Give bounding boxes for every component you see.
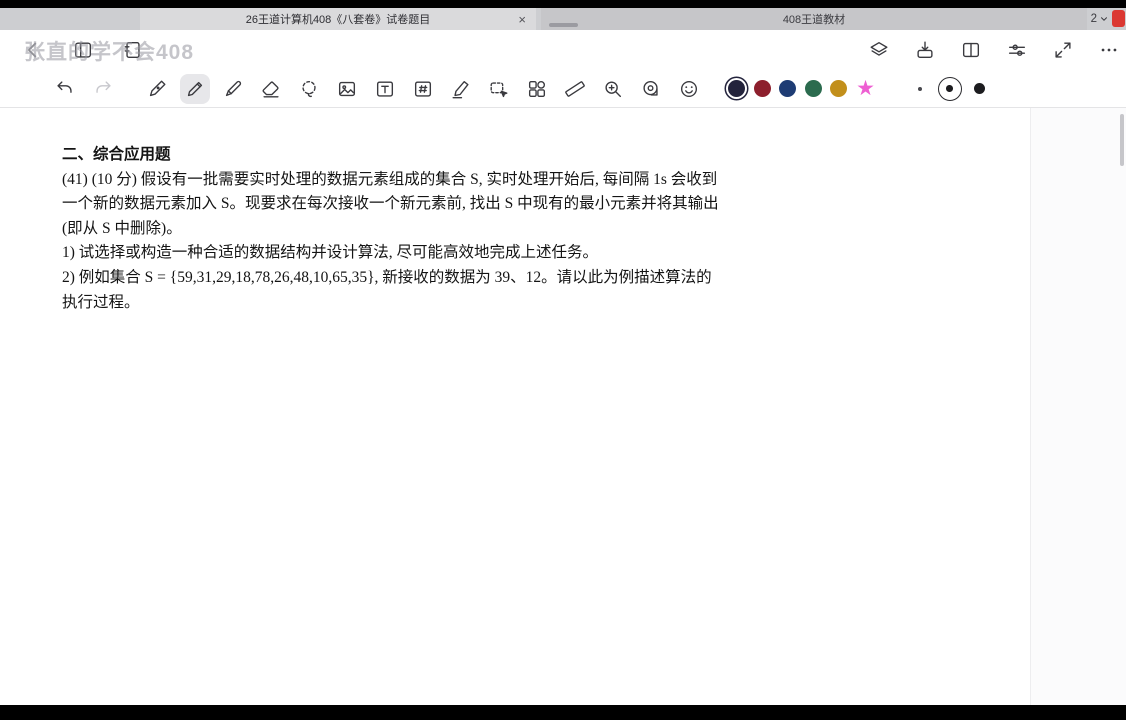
tab-close-button[interactable]: × [518,8,526,30]
eraser-icon[interactable] [256,74,286,104]
color-swatch-1[interactable] [728,80,745,97]
sticker-icon[interactable] [674,74,704,104]
color-swatch-5[interactable] [830,80,847,97]
layers-icon[interactable] [864,35,894,65]
tab-count-button[interactable]: 2 [1091,8,1109,30]
book-pages-icon[interactable] [956,35,986,65]
red-badge [1112,10,1125,27]
lasso-icon[interactable] [294,74,324,104]
document-heading: 二、综合应用题 [62,146,171,163]
stroke-large-dot-icon [974,83,985,94]
scrollbar-thumb[interactable] [1120,114,1124,166]
hashtag-icon[interactable] [408,74,438,104]
color-swatch-3[interactable] [779,80,796,97]
elements-icon[interactable] [522,74,552,104]
chevron-down-icon [1101,17,1107,21]
undo-icon[interactable] [50,74,80,104]
tab-active-title: 26王道计算机408《八套卷》试卷题目 [245,14,431,26]
top-status-bar [0,0,1126,8]
stroke-small-button[interactable] [908,77,932,101]
document-line: 2) 例如集合 S = {59,31,29,18,78,26,48,10,65,… [62,268,712,286]
fountain-pen-icon[interactable] [142,74,172,104]
ruler-icon[interactable] [560,74,590,104]
tab-active[interactable]: 26王道计算机408《八套卷》试卷题目 × [140,8,536,30]
text-box-icon[interactable] [370,74,400,104]
selection-icon[interactable] [484,74,514,104]
page-right-margin [1030,108,1126,705]
stroke-small-dot-icon [917,86,922,91]
tab-bar: 26王道计算机408《八套卷》试卷题目 × 408王道教材 2 [0,8,1126,30]
pen-toolbar: ★ [0,70,1126,108]
color-swatches: ★ [728,78,876,99]
document-page[interactable]: 二、综合应用题 (41) (10 分) 假设有一批需要实时处理的数据元素组成的集… [0,108,1126,705]
sliders-icon[interactable] [1002,35,1032,65]
color-swatch-4[interactable] [804,80,822,97]
more-icon[interactable] [1094,35,1124,65]
color-swatch-2[interactable] [753,80,771,97]
notebook-icon[interactable] [118,35,148,65]
document-line: (即从 S 中删除)。 [62,219,182,237]
highlighter-icon[interactable] [446,74,476,104]
stroke-medium-button[interactable] [937,76,962,101]
document-line: 1) 试选择或构造一种合适的数据结构并设计算法, 尽可能高效地完成上述任务。 [62,244,599,262]
star-color-swatch-icon[interactable]: ★ [856,78,876,99]
export-icon[interactable] [910,35,940,65]
document-text: 二、综合应用题 (41) (10 分) 假设有一批需要实时处理的数据元素组成的集… [62,143,719,315]
stroke-size-group [908,76,992,101]
redo-icon[interactable] [88,74,118,104]
nav-toolbar [0,30,1126,70]
tape-icon[interactable] [636,74,666,104]
document-line: (41) (10 分) 假设有一批需要实时处理的数据元素组成的集合 S, 实时处… [62,170,718,188]
magnifier-icon[interactable] [598,74,628,104]
image-icon[interactable] [332,74,362,104]
tool-group: ★ [50,70,992,107]
ballpoint-pen-icon[interactable] [218,74,248,104]
bottom-bar [0,705,1126,720]
nav-left-group [18,30,148,70]
stroke-large-button[interactable] [968,77,992,101]
tab-count-label: 2 [1090,13,1097,25]
document-line: 执行过程。 [62,293,140,311]
document-line: 一个新的数据元素加入 S。现要求在每次接收一个新元素前, 找出 S 中现有的最小… [62,195,719,213]
tab-inactive[interactable]: 408王道教材 [541,8,1087,30]
nav-right-group [864,30,1124,70]
pencil-icon[interactable] [180,73,210,104]
fullscreen-icon[interactable] [1048,35,1078,65]
tab-inactive-title: 408王道教材 [782,14,846,26]
page-thumbnails-icon[interactable] [68,35,98,65]
back-chevron-icon[interactable] [18,35,48,65]
window-drag-handle[interactable] [549,23,578,27]
stroke-medium-dot-icon [946,85,953,92]
